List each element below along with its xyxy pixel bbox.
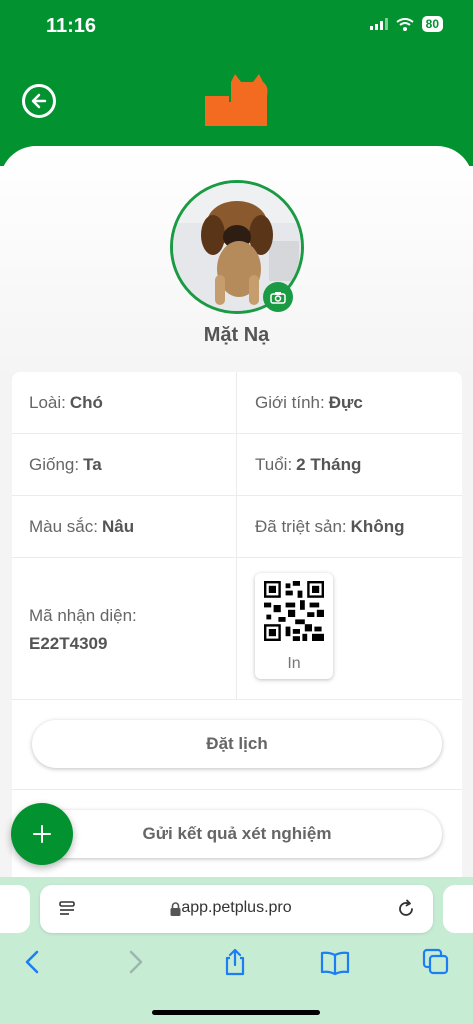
identifier-block: Mã nhận diện: E22T4309 <box>29 602 137 658</box>
reload-icon[interactable] <box>396 899 416 919</box>
browser-toolbar: app.petplus.pro <box>0 877 473 1024</box>
species-value: Chó <box>69 392 103 412</box>
breed-value: Ta <box>83 454 102 474</box>
identifier-value: E22T4309 <box>29 634 108 653</box>
next-tab-preview[interactable] <box>443 885 473 933</box>
status-time: 11:16 <box>46 15 97 37</box>
change-photo-button[interactable] <box>263 282 293 312</box>
back-arrow-icon <box>31 93 47 109</box>
species-cell: Loài: Chó <box>29 372 235 433</box>
gender-value: Đực <box>328 392 363 412</box>
age-cell: Tuổi: 2 Tháng <box>255 434 455 495</box>
color-cell: Màu sắc: Nâu <box>29 496 235 557</box>
info-row-identifier: Mã nhận diện: E22T4309 In <box>12 558 462 700</box>
breed-label: Giống: <box>29 454 80 474</box>
color-label: Màu sắc: <box>29 516 98 536</box>
neutered-label: Đã triệt sản: <box>255 516 347 536</box>
neutered-cell: Đã triệt sản: Không <box>255 496 455 557</box>
booking-row: Đặt lịch <box>12 700 462 790</box>
gender-cell: Giới tính: Đực <box>255 372 455 433</box>
browser-forward-icon[interactable] <box>120 947 150 977</box>
battery-indicator: 80 <box>421 16 443 32</box>
previous-tab-preview[interactable] <box>0 885 30 933</box>
divider <box>236 558 237 699</box>
share-icon[interactable] <box>220 947 250 977</box>
qr-code-icon <box>264 581 324 641</box>
gender-label: Giới tính: <box>255 392 325 412</box>
divider <box>236 372 237 433</box>
add-fab-button[interactable] <box>11 803 73 865</box>
qr-print-button[interactable]: In <box>255 573 333 679</box>
url-text: app.petplus.pro <box>181 899 292 916</box>
booking-button[interactable]: Đặt lịch <box>32 720 442 768</box>
qr-print-label: In <box>287 655 301 672</box>
info-row-breed-age: Giống: Ta Tuổi: 2 Tháng <box>12 434 462 496</box>
back-button[interactable] <box>22 84 56 118</box>
age-value: 2 Tháng <box>296 454 362 474</box>
info-row-color-neutered: Màu sắc: Nâu Đã triệt sản: Không <box>12 496 462 558</box>
status-icons: 80 <box>369 16 443 32</box>
pet-info-table: Loài: Chó Giới tính: Đực Giống: Ta Tuổi: 2 T… <box>12 372 462 906</box>
signal-icon <box>369 18 388 30</box>
neutered-value: Không <box>350 516 405 536</box>
divider <box>236 496 237 557</box>
info-row-species-gender: Loài: Chó Giới tính: Đực <box>12 372 462 434</box>
wifi-icon <box>396 17 414 31</box>
status-bar: 11:16 80 <box>0 0 473 56</box>
breed-cell: Giống: Ta <box>29 434 235 495</box>
divider <box>236 434 237 495</box>
age-label: Tuổi: <box>255 454 293 474</box>
send-results-button[interactable]: Gửi kết quả xét nghiệm <box>32 810 442 858</box>
pet-name: Mặt Nạ <box>203 324 270 346</box>
species-label: Loài: <box>29 392 66 412</box>
petplus-logo <box>205 74 268 126</box>
bookmarks-icon[interactable] <box>320 947 350 977</box>
color-value: Nâu <box>101 516 135 536</box>
identifier-label: Mã nhận diện: <box>29 606 137 625</box>
tabs-icon[interactable] <box>421 947 451 977</box>
camera-icon <box>270 291 286 304</box>
address-bar[interactable]: app.petplus.pro <box>40 885 433 933</box>
browser-back-icon[interactable] <box>18 947 48 977</box>
pet-profile-card: Mặt Nạ Loài: Chó Giới tính: Đực Giống: Ta T… <box>0 146 473 906</box>
home-indicator <box>152 1010 320 1015</box>
